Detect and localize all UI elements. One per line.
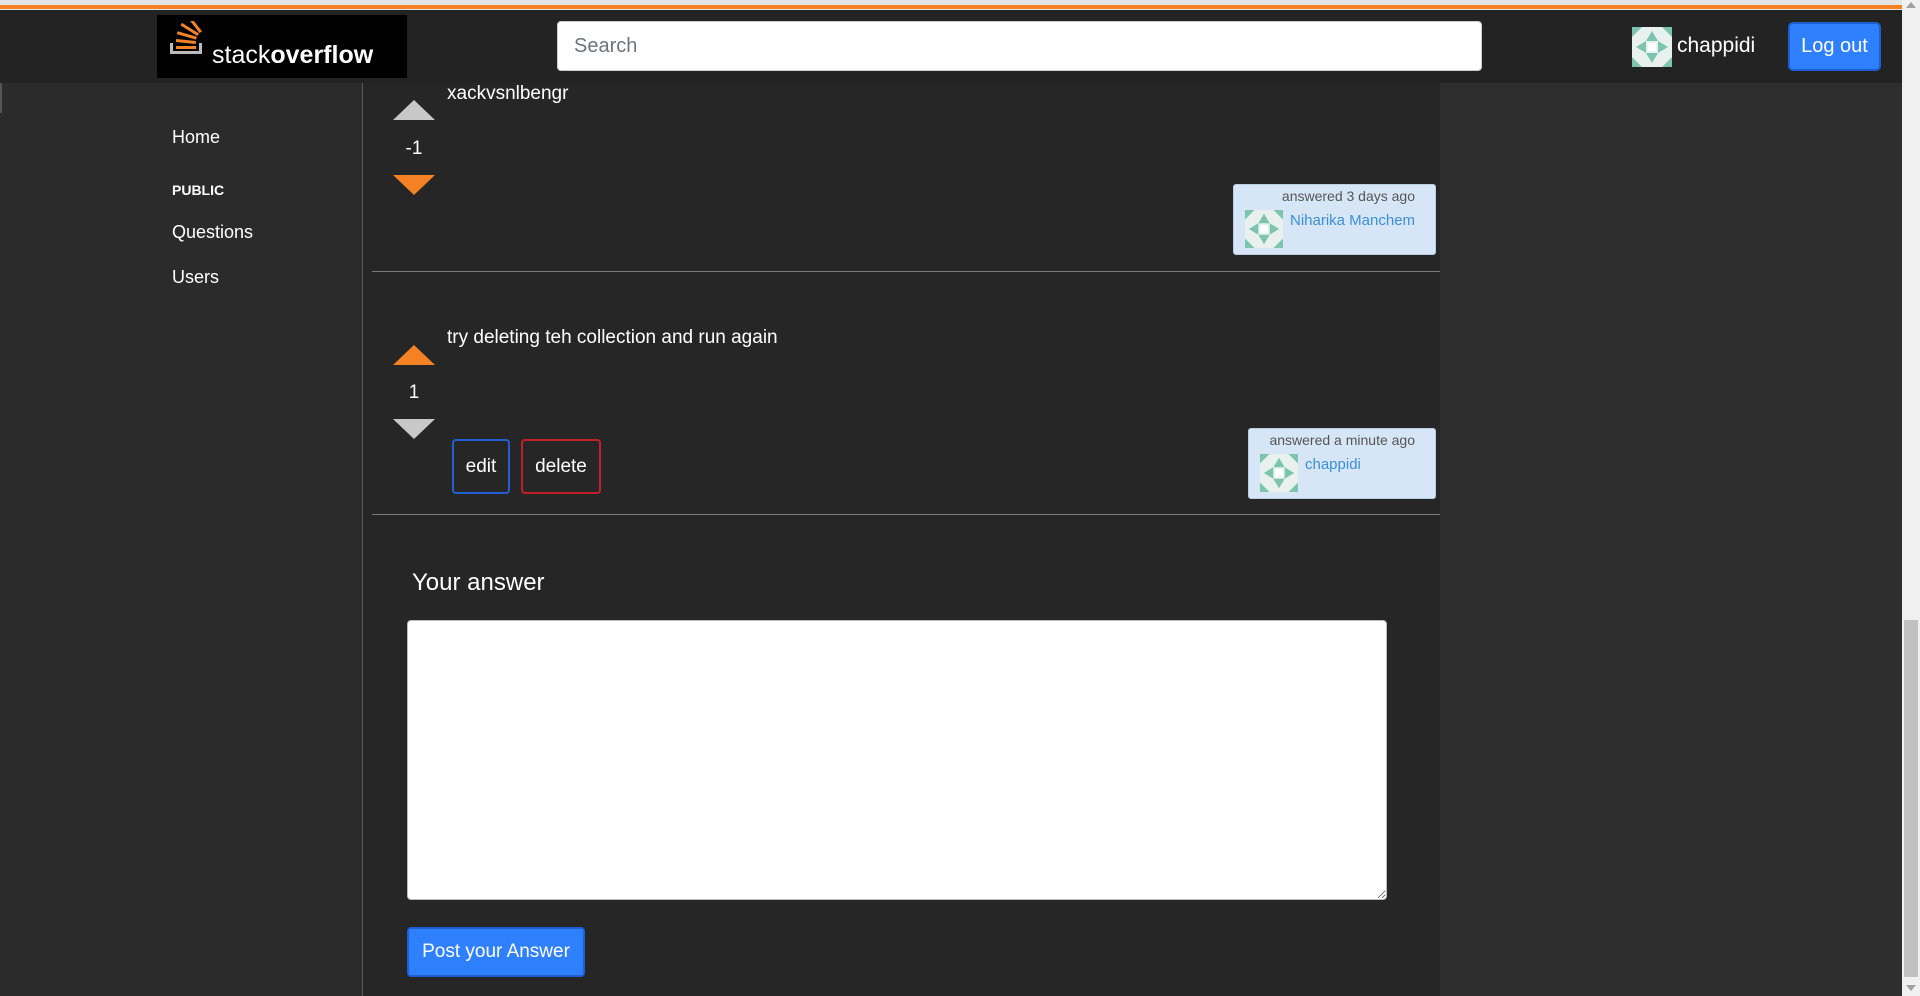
answer-body: try deleting teh collection and run agai… [447,327,778,348]
answer-author-card: answered a minute ago chappidi [1248,428,1436,499]
vote-count: 1 [408,382,420,403]
author-link[interactable]: Niharika Manchem [1290,212,1415,229]
window-edge [0,83,2,113]
answer-divider [372,514,1440,515]
vote-count: -1 [405,138,423,159]
logo-wordmark: stackoverflow [212,41,374,69]
your-answer-heading: Your answer [412,569,545,596]
upvote-arrow-icon[interactable] [393,100,435,120]
upvote-arrow-icon[interactable] [393,345,435,365]
scrollbar-thumb[interactable] [1904,620,1918,977]
sidebar-item-questions[interactable]: Questions [172,222,253,243]
orange-accent-line [0,5,1902,9]
downvote-arrow-icon[interactable] [393,175,435,195]
post-answer-button[interactable]: Post your Answer [407,927,585,977]
answer-body: xackvsnlbengr [447,83,569,104]
scroll-down-arrow-icon[interactable] [1906,985,1916,991]
user-avatar-icon[interactable] [1632,27,1672,67]
top-navbar: stackoverflow chappidi Log out [0,10,1902,83]
search-input[interactable] [557,21,1482,71]
stackoverflow-logo[interactable]: stackoverflow [157,15,407,78]
author-avatar-icon[interactable] [1245,210,1283,248]
sidebar-item-users[interactable]: Users [172,267,219,288]
sidebar-section-public: PUBLIC [172,182,225,198]
scroll-up-arrow-icon[interactable] [1906,2,1916,8]
logout-button[interactable]: Log out [1788,22,1881,71]
edit-button[interactable]: edit [452,439,510,494]
current-user-name[interactable]: chappidi [1677,34,1755,58]
stack-icon [170,21,202,54]
left-sidebar: Home PUBLIC Questions Users [0,83,363,996]
right-gutter [1440,83,1901,996]
top-accent-bar [0,0,1902,10]
answer-textarea[interactable] [407,620,1387,900]
sidebar-item-home[interactable]: Home [172,127,220,148]
delete-button[interactable]: delete [521,439,601,494]
downvote-arrow-icon[interactable] [393,419,435,439]
author-avatar-icon[interactable] [1260,454,1298,492]
answered-time: answered a minute ago [1269,432,1415,448]
author-link[interactable]: chappidi [1305,456,1361,473]
answer-divider [372,271,1440,272]
answered-time: answered 3 days ago [1281,188,1415,204]
answer-author-card: answered 3 days ago Niharika Manchem [1233,184,1436,255]
